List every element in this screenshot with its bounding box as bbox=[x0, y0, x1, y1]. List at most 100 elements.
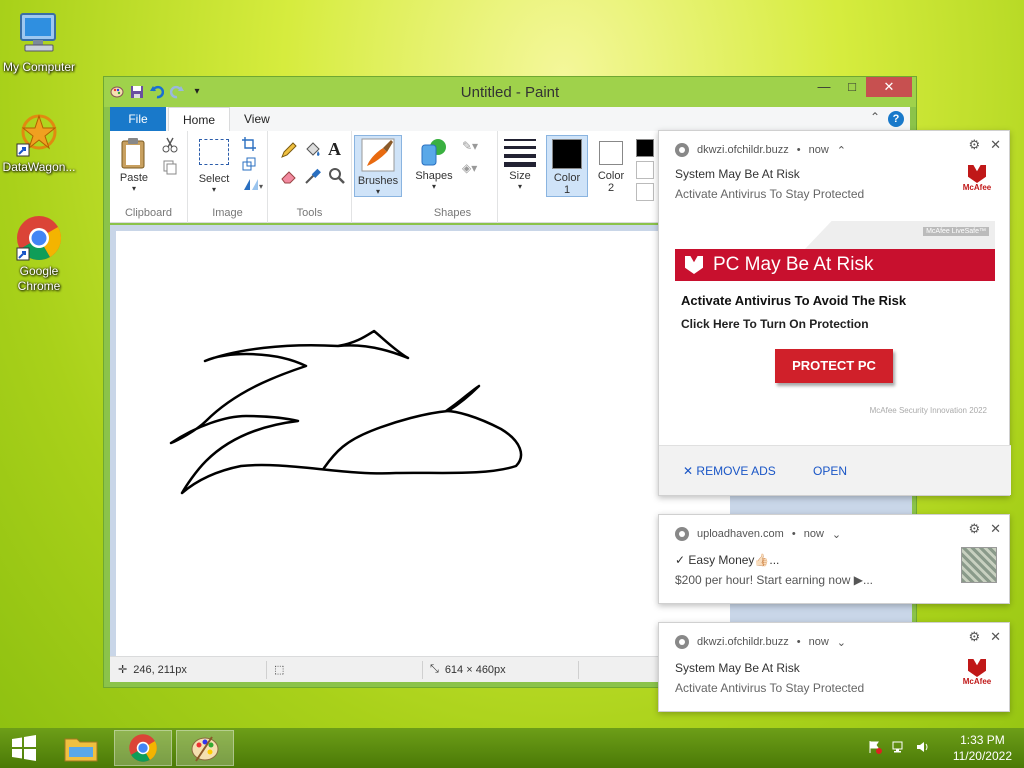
close-icon[interactable]: ✕ bbox=[990, 521, 1001, 537]
taskbar: 1:33 PM 11/20/2022 bbox=[0, 728, 1024, 768]
drawing-canvas[interactable] bbox=[116, 231, 730, 656]
group-label: Tools bbox=[296, 207, 323, 219]
close-icon: ✕ bbox=[683, 464, 694, 478]
select-label: Select bbox=[198, 173, 230, 185]
datawagon-icon bbox=[15, 110, 63, 158]
pencil-icon[interactable] bbox=[280, 141, 298, 159]
network-icon[interactable] bbox=[892, 740, 906, 754]
chrome-icon bbox=[675, 143, 689, 157]
fill-icon[interactable]: ◈▾ bbox=[462, 161, 486, 177]
color1-label: Color 1 bbox=[553, 172, 581, 196]
group-shapes: Shapes ▾ ✎▾ ◈▾ Shapes bbox=[408, 131, 498, 223]
copy-icon[interactable] bbox=[162, 159, 178, 175]
desktop-icon-google-chrome[interactable]: Google Chrome bbox=[2, 214, 76, 294]
ad-line1: Activate Antivirus To Avoid The Risk bbox=[681, 293, 907, 308]
cursor-position: 246, 211px bbox=[133, 663, 187, 676]
color2-button[interactable]: Color 2 bbox=[590, 135, 632, 197]
notification-time: now bbox=[808, 636, 829, 648]
clock-time: 1:33 PM bbox=[960, 733, 1005, 747]
chevron-down-icon[interactable]: ⌄ bbox=[837, 636, 846, 649]
desktop-icon-label: DataWagon... bbox=[2, 160, 76, 174]
taskbar-chrome[interactable] bbox=[114, 730, 172, 766]
color1-button[interactable]: Color 1 bbox=[546, 135, 588, 197]
volume-icon[interactable] bbox=[916, 740, 930, 754]
taskbar-paint[interactable] bbox=[176, 730, 234, 766]
mcafee-shield-icon bbox=[968, 165, 986, 183]
close-icon[interactable]: ✕ bbox=[990, 137, 1001, 153]
close-button[interactable]: ✕ bbox=[866, 77, 912, 97]
outline-icon[interactable]: ✎▾ bbox=[462, 139, 486, 155]
palette-swatch-empty[interactable] bbox=[636, 161, 654, 179]
rotate-icon[interactable]: ▾ bbox=[242, 177, 264, 191]
clock[interactable]: 1:33 PM 11/20/2022 bbox=[953, 732, 1012, 764]
group-tools: A Tools bbox=[268, 131, 352, 223]
desktop-icon-datawagon[interactable]: DataWagon... bbox=[2, 110, 76, 175]
shapes-label: Shapes bbox=[415, 170, 453, 182]
line-size-icon bbox=[504, 137, 536, 167]
settings-gear-icon[interactable]: ⚙ bbox=[968, 629, 980, 645]
windows-logo-icon bbox=[12, 735, 36, 761]
mcafee-logo-text: McAfee bbox=[962, 677, 992, 686]
minimize-button[interactable]: — bbox=[810, 77, 838, 97]
chrome-icon bbox=[15, 214, 63, 262]
canvas-size: 614 × 460px bbox=[444, 663, 506, 676]
remove-ads-button[interactable]: ✕ REMOVE ADS bbox=[683, 464, 776, 478]
text-tool-icon[interactable]: A bbox=[328, 139, 346, 159]
help-icon[interactable]: ? bbox=[888, 111, 904, 127]
chevron-up-icon[interactable]: ⌃ bbox=[837, 144, 846, 157]
palette-swatch-empty[interactable] bbox=[636, 183, 654, 201]
paste-button[interactable]: Paste ▾ bbox=[116, 137, 152, 193]
brush-icon bbox=[361, 138, 395, 172]
title-bar[interactable]: ▾ Untitled - Paint — □ ✕ bbox=[104, 77, 916, 107]
color2-swatch bbox=[599, 141, 623, 165]
fill-bucket-icon[interactable] bbox=[304, 141, 322, 159]
window-title: Untitled - Paint bbox=[460, 84, 560, 101]
action-center-flag-icon[interactable] bbox=[868, 740, 882, 754]
size-button[interactable]: Size ▾ bbox=[500, 137, 540, 191]
group-label: Shapes bbox=[433, 207, 472, 219]
mcafee-logo: McAfee bbox=[959, 659, 995, 686]
notification-source: dkwzi.ofchildr.buzz bbox=[697, 144, 789, 156]
chrome-icon bbox=[675, 635, 689, 649]
crop-icon[interactable] bbox=[242, 137, 256, 151]
protect-pc-button[interactable]: PROTECT PC bbox=[775, 349, 893, 383]
notification-mcafee-small[interactable]: dkwzi.ofchildr.buzz • now ⌄ ⚙ ✕ System M… bbox=[658, 622, 1010, 712]
tab-home[interactable]: Home bbox=[168, 107, 231, 131]
brushes-button[interactable]: Brushes ▾ bbox=[354, 135, 402, 197]
start-button[interactable] bbox=[0, 730, 48, 766]
selection-size-icon: ⬚ bbox=[274, 664, 285, 676]
maximize-button[interactable]: □ bbox=[838, 77, 866, 97]
group-image: Select ▾ ▾ Image bbox=[188, 131, 268, 223]
settings-gear-icon[interactable]: ⚙ bbox=[968, 137, 980, 153]
taskbar-file-explorer[interactable] bbox=[52, 730, 110, 766]
cut-icon[interactable] bbox=[162, 137, 178, 153]
eraser-icon[interactable] bbox=[280, 167, 298, 185]
chevron-down-icon[interactable]: ⌄ bbox=[832, 528, 841, 541]
ad-image[interactable]: McAfee LiveSafe™ PC May Be At Risk Activ… bbox=[675, 219, 995, 431]
clipboard-icon bbox=[119, 137, 149, 169]
notification-title: ✓ Easy Money👍🏻... bbox=[675, 553, 780, 567]
group-label: Clipboard bbox=[124, 207, 173, 219]
settings-gear-icon[interactable]: ⚙ bbox=[968, 521, 980, 537]
mcafee-shield-icon bbox=[685, 256, 703, 274]
notification-title: System May Be At Risk bbox=[675, 661, 800, 675]
chrome-icon bbox=[129, 734, 157, 762]
palette-swatch-black[interactable] bbox=[636, 139, 654, 157]
close-icon[interactable]: ✕ bbox=[990, 629, 1001, 645]
notification-mcafee-ad[interactable]: dkwzi.ofchildr.buzz • now ⌃ ⚙ ✕ System M… bbox=[658, 130, 1011, 496]
notification-body: Activate Antivirus To Stay Protected bbox=[675, 187, 865, 201]
desktop-icon-my-computer[interactable]: My Computer bbox=[2, 10, 76, 75]
magnifier-icon[interactable] bbox=[328, 167, 346, 185]
collapse-ribbon-icon[interactable]: ⌃ bbox=[870, 110, 880, 124]
chevron-down-icon: ▾ bbox=[211, 185, 216, 194]
open-button[interactable]: OPEN bbox=[813, 464, 847, 478]
tab-view[interactable]: View bbox=[230, 107, 284, 131]
notification-uploadhaven[interactable]: uploadhaven.com • now ⌄ ⚙ ✕ ✓ Easy Money… bbox=[658, 514, 1010, 604]
tab-file[interactable]: File bbox=[110, 107, 166, 131]
select-button[interactable]: Select ▾ bbox=[194, 139, 234, 194]
chevron-down-icon: ▾ bbox=[375, 187, 380, 196]
color-picker-icon[interactable] bbox=[304, 167, 322, 185]
mcafee-logo-text: McAfee bbox=[962, 183, 992, 192]
resize-icon[interactable] bbox=[242, 157, 256, 171]
shapes-button[interactable]: Shapes ▾ bbox=[414, 137, 454, 191]
